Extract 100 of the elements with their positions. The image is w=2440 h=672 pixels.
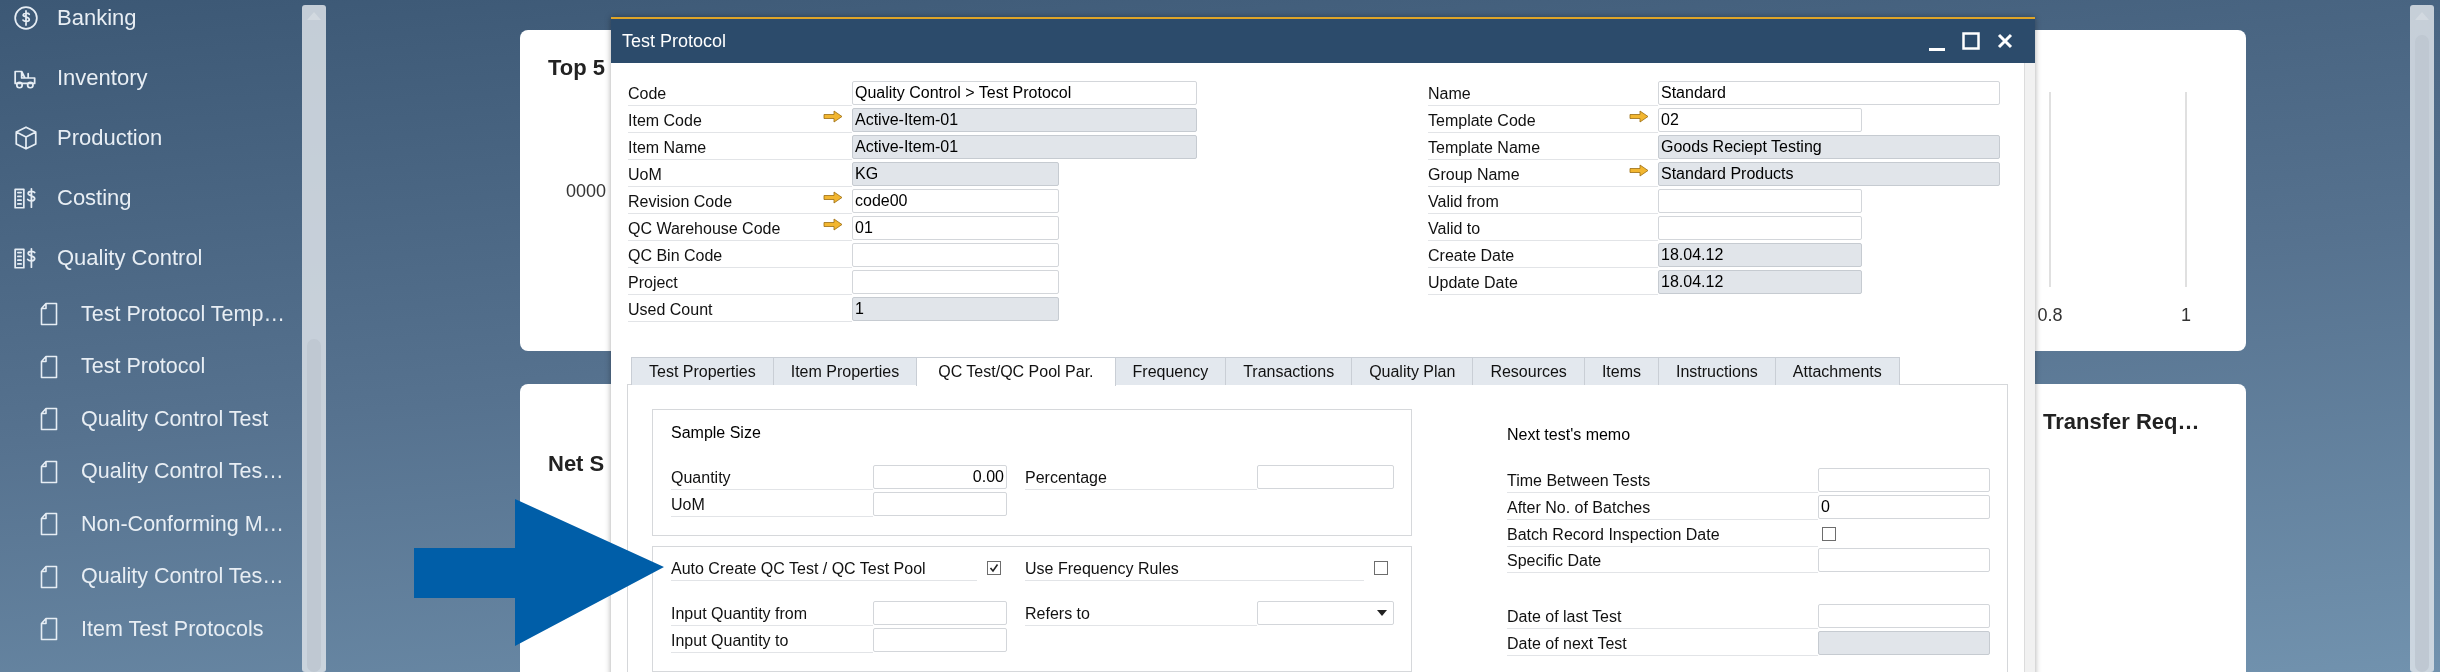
field-label: QC Bin Code: [628, 242, 823, 268]
tab[interactable]: Instructions: [1658, 357, 1776, 385]
input-field[interactable]: [873, 492, 1007, 516]
checkbox[interactable]: [1822, 527, 1836, 541]
nav-item[interactable]: Quality Control Test: [81, 406, 269, 432]
field-label: Create Date: [1428, 242, 1629, 268]
section-title: Next test's memo: [1507, 425, 1632, 445]
nav-item[interactable]: Costing: [57, 185, 132, 211]
field-label: Item Code: [628, 107, 823, 133]
minimize-icon: [1927, 48, 1947, 51]
field-label: After No. of Batches: [1507, 494, 1818, 520]
maximize-icon: [1961, 31, 1981, 51]
close-icon: [1995, 31, 2015, 51]
nav-item[interactable]: Banking: [57, 5, 137, 31]
field-label: Valid from: [1428, 188, 1629, 214]
field-label: Project: [628, 269, 823, 295]
document-icon: [40, 302, 58, 327]
nav-item[interactable]: Production: [57, 125, 163, 151]
checkbox[interactable]: [987, 561, 1001, 575]
field-label: Specific Date: [1507, 547, 1818, 573]
field-label: Batch Record Inspection Date: [1507, 521, 1818, 547]
document-icon: [40, 617, 58, 642]
document-icon: [40, 512, 58, 537]
field-label: Auto Create QC Test / QC Test Pool: [671, 555, 977, 581]
arrow-icon[interactable]: [823, 218, 843, 231]
field-label: Template Name: [1428, 134, 1629, 160]
input-field[interactable]: [852, 270, 1059, 294]
input-field[interactable]: 0.00: [873, 465, 1007, 489]
card-title: Transfer Req…: [2043, 409, 2200, 435]
arrow-icon[interactable]: [823, 191, 843, 204]
input-field[interactable]: [1818, 548, 1990, 572]
scrollbar[interactable]: [302, 5, 326, 672]
input-field[interactable]: code00: [852, 189, 1059, 213]
document-icon: [40, 564, 58, 589]
input-field[interactable]: Standard: [1658, 81, 2000, 105]
field-label: Refers to: [1025, 600, 1257, 626]
nav-item[interactable]: Inventory: [57, 65, 148, 91]
nav-item[interactable]: Item Test Protocols: [81, 616, 264, 642]
field-label: Input Quantity from: [671, 600, 873, 626]
input-field[interactable]: [1818, 468, 1990, 492]
document-icon: [40, 407, 58, 432]
input-field[interactable]: Quality Control > Test Protocol: [852, 81, 1197, 105]
box-icon: [13, 125, 39, 151]
dropdown[interactable]: [1257, 601, 1394, 625]
ledger-icon: [13, 245, 39, 271]
checkbox[interactable]: [1374, 561, 1388, 575]
tab[interactable]: Test Properties: [631, 357, 774, 385]
field-label: Update Date: [1428, 269, 1629, 295]
input-field[interactable]: [1818, 604, 1990, 628]
tab[interactable]: Attachments: [1774, 357, 1900, 385]
tab[interactable]: Quality Plan: [1351, 357, 1474, 385]
scrollbar-track[interactable]: [2024, 63, 2035, 672]
field-label: UoM: [671, 491, 873, 517]
nav-item[interactable]: Quality Control Tes…: [81, 564, 284, 590]
input-field[interactable]: 02: [1658, 108, 1862, 132]
field-label: Used Count: [628, 296, 823, 322]
window-title: Test Protocol: [622, 30, 727, 52]
axis-label: 0000: [566, 181, 607, 202]
field-label: Percentage: [1025, 464, 1257, 490]
document-icon: [40, 459, 58, 484]
nav-item[interactable]: Non-Conforming M…: [81, 511, 285, 537]
document-icon: [40, 354, 58, 379]
tab[interactable]: Transactions: [1225, 357, 1353, 385]
input-field[interactable]: [1658, 189, 1862, 213]
input-field[interactable]: [852, 243, 1059, 267]
field-label: QC Warehouse Code: [628, 215, 823, 241]
tab[interactable]: QC Test/QC Pool Par.: [916, 357, 1116, 386]
arrow-icon[interactable]: [1629, 110, 1649, 123]
section-title: Sample Size: [671, 423, 762, 443]
tab[interactable]: Frequency: [1114, 357, 1227, 385]
field-label: Date of last Test: [1507, 603, 1818, 629]
nav-item[interactable]: Test Protocol Temp…: [81, 301, 285, 327]
axis-label: 1: [2181, 305, 2191, 326]
coin-icon: [13, 5, 39, 31]
field-label: Group Name: [1428, 161, 1629, 187]
field-label: UoM: [628, 161, 823, 187]
tab[interactable]: Items: [1583, 357, 1659, 385]
nav-item[interactable]: Quality Control Tes…: [81, 459, 284, 485]
input-field[interactable]: [873, 601, 1007, 625]
tab[interactable]: Resources: [1472, 357, 1585, 385]
axis-label: 0.8: [2037, 305, 2063, 326]
ledger-icon: [13, 185, 39, 211]
field-label: Revision Code: [628, 188, 823, 214]
input-field[interactable]: [1257, 465, 1394, 489]
caret-icon: [1377, 610, 1387, 616]
input-field[interactable]: [1658, 216, 1862, 240]
field-label: Quantity: [671, 464, 873, 490]
field-label: Time Between Tests: [1507, 467, 1818, 493]
field-label: Code: [628, 80, 823, 106]
tab[interactable]: Item Properties: [772, 357, 918, 385]
scrollbar[interactable]: [2410, 5, 2434, 672]
nav-item[interactable]: Quality Control: [57, 245, 203, 271]
input-field[interactable]: 0: [1818, 495, 1990, 519]
input-field[interactable]: [873, 628, 1007, 652]
card-title: Top 5: [548, 54, 607, 82]
field-label: Item Name: [628, 134, 823, 160]
field-label: Input Quantity to: [671, 627, 873, 653]
nav-item[interactable]: Test Protocol: [81, 354, 206, 380]
input-field[interactable]: 01: [852, 216, 1059, 240]
field-label: Use Frequency Rules: [1025, 555, 1364, 581]
